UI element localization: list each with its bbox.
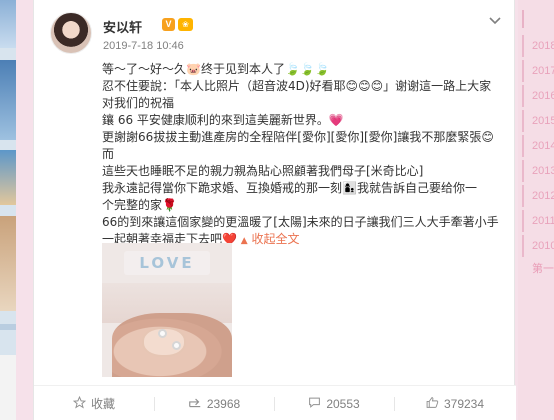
fan-badge[interactable]: ❀: [178, 18, 193, 31]
caret-up-icon: ▲: [240, 236, 248, 246]
thumbnail-image[interactable]: [0, 355, 16, 420]
year-sidebar: 2018 2017 2016 2015 2014 2013 2012 2011 …: [518, 0, 554, 420]
like-button[interactable]: 379234: [394, 386, 516, 420]
thumbnail-image[interactable]: [0, 0, 16, 48]
divider: [0, 324, 16, 330]
post-text-line: 等～了～好～久🐷终于见到本人了🍃🍃🍃: [102, 62, 330, 76]
collapse-link[interactable]: ▲ 收起全文: [241, 232, 300, 246]
year-link[interactable]: 第一: [522, 258, 554, 280]
thumbnail-image[interactable]: [0, 150, 16, 205]
post-card: 安以轩 V ❀ 2019-7-18 10:46 等～了～好～久🐷终于见到本人了🍃…: [33, 0, 516, 420]
year-link[interactable]: 2010: [522, 235, 554, 257]
post-text-line: 忍不住要說：「本人比照片（超音波4D)好看耶😊😊😊」谢谢這一路上大家: [102, 79, 492, 93]
favorite-label: 收藏: [90, 397, 115, 411]
year-link[interactable]: 2017: [522, 60, 554, 82]
comment-count: 20553: [326, 396, 360, 411]
post-text-line: 对我们的祝福: [102, 96, 175, 110]
post-photo[interactable]: LOVE: [102, 243, 232, 377]
post-text: 等～了～好～久🐷终于见到本人了🍃🍃🍃 忍不住要說：「本人比照片（超音波4D)好看…: [102, 61, 502, 250]
post-timestamp[interactable]: 2019-7-18 10:46: [103, 40, 184, 52]
forward-button[interactable]: 23968: [154, 386, 274, 420]
star-icon: [72, 395, 87, 412]
post-text-line: 這些天也睡眠不足的親力親為貼心照顧著我們母子[米奇比心]: [102, 164, 424, 178]
vip-badge[interactable]: V: [162, 18, 175, 31]
post-text-line: 66的到來讓這個家變的更溫暖了[太陽]未來的日子讓我们三人大手牽著小手: [102, 215, 499, 229]
thumbs-up-icon: [426, 396, 439, 412]
forward-icon: [188, 396, 202, 412]
comment-button[interactable]: 20553: [274, 386, 394, 420]
favorite-button[interactable]: 收藏: [34, 386, 154, 420]
year-link[interactable]: 2014: [522, 135, 554, 157]
photo-ring: [158, 329, 167, 338]
like-count: 379234: [443, 396, 485, 411]
collapse-label: 收起全文: [251, 232, 300, 246]
post-text-line: 鑲 66 平安健康顺利的來到這美麗新世界。💗: [102, 113, 344, 127]
year-link[interactable]: 2012: [522, 185, 554, 207]
action-bar: 收藏 23968 20553 379234: [34, 385, 516, 420]
thumbnail-image[interactable]: [0, 216, 16, 311]
photo-ring: [172, 341, 181, 350]
username[interactable]: 安以轩: [103, 17, 142, 36]
year-link[interactable]: 2016: [522, 85, 554, 107]
year-link[interactable]: 2013: [522, 160, 554, 182]
post-text-line: 我永遠記得當你下跪求婚、互換婚戒的那一刻👩‍👦我就告訴自己要给你一: [102, 181, 477, 195]
chevron-down-icon[interactable]: [487, 14, 503, 28]
thumbnail-image[interactable]: [0, 60, 16, 140]
post-text-line: 个完整的家🌹: [102, 198, 177, 212]
photo-banner: LOVE: [124, 251, 210, 275]
avatar[interactable]: [50, 12, 92, 54]
forward-count: 23968: [206, 396, 241, 411]
comment-icon: [308, 396, 321, 412]
left-column-strip: [0, 0, 16, 420]
year-link[interactable]: 2011: [522, 210, 554, 232]
year-link[interactable]: [522, 10, 554, 28]
year-link[interactable]: 2015: [522, 110, 554, 132]
year-link[interactable]: 2018: [522, 35, 554, 57]
post-text-line: 更謝謝66拔拔主動進產房的全程陪伴[愛你][愛你][愛你]讓我不那麼緊張😊而: [102, 130, 494, 161]
